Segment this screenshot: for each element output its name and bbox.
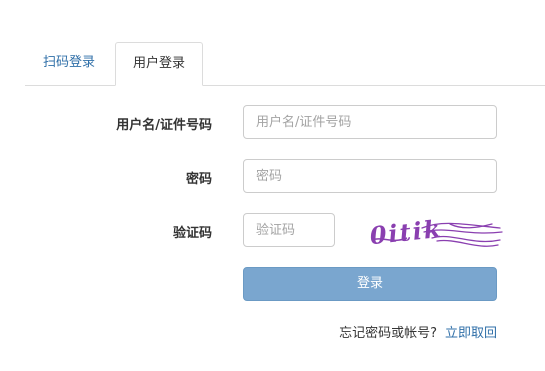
login-tabs: 扫码登录 用户登录	[25, 42, 545, 86]
recover-link[interactable]: 立即取回	[445, 326, 497, 341]
captcha-image[interactable]: 0itik	[362, 210, 504, 252]
username-label: 用户名/证件号码	[116, 118, 212, 133]
login-button[interactable]: 登录	[243, 267, 497, 301]
captcha-text: 0itik	[368, 214, 443, 250]
tab-qr-login[interactable]: 扫码登录	[25, 42, 113, 84]
captcha-input[interactable]	[243, 213, 335, 247]
login-page: 扫码登录 用户登录 用户名/证件号码 密码 验证码 0itik 登录 忘记密码或…	[0, 0, 545, 371]
captcha-label: 验证码	[172, 226, 212, 241]
password-input[interactable]	[243, 159, 497, 193]
password-label: 密码	[185, 172, 212, 187]
forgot-text: 忘记密码或帐号?	[339, 326, 437, 341]
tab-user-login[interactable]: 用户登录	[115, 42, 203, 86]
username-input[interactable]	[243, 105, 497, 139]
forgot-row: 忘记密码或帐号? 立即取回	[339, 322, 497, 341]
